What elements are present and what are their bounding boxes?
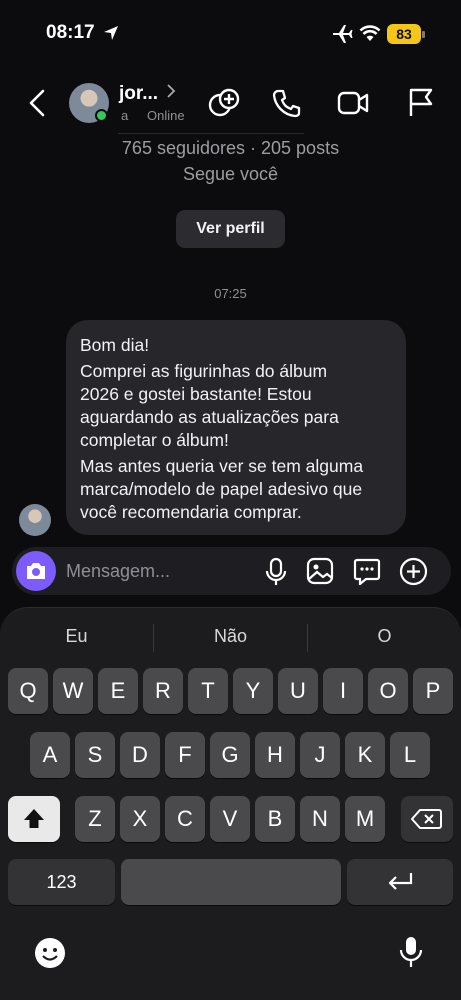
message-input[interactable] bbox=[66, 561, 246, 582]
shift-key[interactable] bbox=[8, 796, 60, 842]
airplane-icon bbox=[331, 24, 353, 49]
microphone-icon[interactable] bbox=[264, 557, 288, 592]
key-m[interactable]: M bbox=[345, 796, 385, 842]
contact-name[interactable]: jor... bbox=[119, 83, 158, 105]
profile-stats: 765 seguidores · 205 posts bbox=[121, 138, 340, 158]
emoji-icon[interactable] bbox=[33, 936, 67, 975]
flag-icon[interactable] bbox=[407, 87, 435, 117]
shift-arrow-icon bbox=[24, 809, 44, 828]
suggestion-1[interactable]: Eu bbox=[0, 626, 153, 647]
key-o[interactable]: O bbox=[368, 668, 408, 714]
key-d[interactable]: D bbox=[120, 732, 160, 778]
key-c[interactable]: C bbox=[165, 796, 205, 842]
key-z[interactable]: Z bbox=[75, 796, 115, 842]
message-paragraph: Bom dia! bbox=[80, 335, 150, 355]
back-chevron-icon[interactable] bbox=[27, 89, 47, 117]
key-a[interactable]: A bbox=[30, 732, 70, 778]
backspace-icon bbox=[411, 809, 442, 829]
key-r[interactable]: R bbox=[143, 668, 183, 714]
camera-button[interactable] bbox=[16, 551, 56, 591]
chevron-right-icon[interactable] bbox=[166, 84, 176, 103]
contact-subtitle: a bbox=[121, 108, 129, 123]
key-l[interactable]: L bbox=[390, 732, 430, 778]
key-s[interactable]: S bbox=[75, 732, 115, 778]
key-y[interactable]: Y bbox=[233, 668, 273, 714]
suggestion-3[interactable]: O bbox=[308, 626, 461, 647]
key-w[interactable]: W bbox=[53, 668, 93, 714]
key-b[interactable]: B bbox=[255, 796, 295, 842]
message-timestamp: 07:25 bbox=[214, 286, 247, 301]
dictation-mic-icon[interactable] bbox=[398, 935, 424, 974]
phone-call-icon[interactable] bbox=[272, 88, 302, 118]
add-sticker-icon[interactable] bbox=[207, 86, 241, 120]
follows-you-label: Segue você bbox=[182, 164, 279, 184]
header-divider bbox=[118, 133, 304, 134]
camera-icon bbox=[27, 563, 45, 579]
key-k[interactable]: K bbox=[345, 732, 385, 778]
key-v[interactable]: V bbox=[210, 796, 250, 842]
message-paragraph: Comprei as figurinhas do álbum 2026 e go… bbox=[80, 361, 339, 450]
battery-cap bbox=[422, 31, 425, 38]
battery-indicator: 83 bbox=[387, 24, 421, 44]
key-u[interactable]: U bbox=[278, 668, 318, 714]
key-p[interactable]: P bbox=[413, 668, 453, 714]
backspace-key[interactable] bbox=[401, 796, 453, 842]
online-status-dot bbox=[95, 109, 108, 122]
key-q[interactable]: Q bbox=[8, 668, 48, 714]
view-profile-button[interactable]: Ver perfil bbox=[176, 210, 285, 248]
video-call-icon[interactable] bbox=[337, 89, 369, 117]
numbers-key[interactable]: 123 bbox=[8, 859, 115, 905]
wifi-icon bbox=[359, 24, 381, 47]
sticker-chat-icon[interactable] bbox=[353, 557, 381, 590]
key-e[interactable]: E bbox=[98, 668, 138, 714]
return-key[interactable] bbox=[347, 859, 453, 905]
return-arrow-icon bbox=[388, 873, 413, 890]
add-plus-icon[interactable] bbox=[399, 557, 428, 591]
key-j[interactable]: J bbox=[300, 732, 340, 778]
key-t[interactable]: T bbox=[188, 668, 228, 714]
message-bubble[interactable]: Bom dia! Comprei as figurinhas do álbum … bbox=[66, 320, 406, 535]
message-paragraph: Mas antes queria ver se tem alguma marca… bbox=[80, 456, 364, 522]
status-time: 08:17 bbox=[46, 22, 95, 43]
sender-avatar[interactable] bbox=[19, 504, 51, 536]
key-x[interactable]: X bbox=[120, 796, 160, 842]
location-arrow-icon bbox=[103, 25, 119, 46]
key-h[interactable]: H bbox=[255, 732, 295, 778]
key-f[interactable]: F bbox=[165, 732, 205, 778]
suggestion-2[interactable]: Não bbox=[154, 626, 307, 647]
key-n[interactable]: N bbox=[300, 796, 340, 842]
contact-online-status: Online bbox=[147, 108, 185, 123]
gallery-icon[interactable] bbox=[306, 557, 334, 590]
key-g[interactable]: G bbox=[210, 732, 250, 778]
space-key[interactable] bbox=[121, 859, 341, 905]
key-i[interactable]: I bbox=[323, 668, 363, 714]
